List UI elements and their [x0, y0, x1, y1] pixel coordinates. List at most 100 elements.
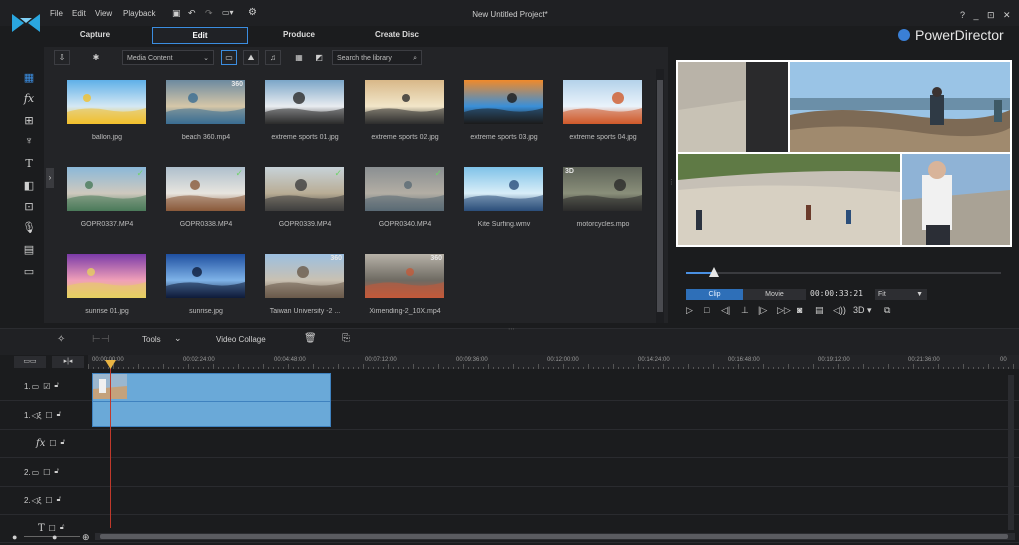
preview-scrubber[interactable] — [686, 272, 1001, 274]
volume-icon[interactable]: ◁)) — [833, 305, 846, 316]
timecode-display[interactable]: 00:00:33:21 — [810, 289, 863, 298]
media-thumbnail[interactable] — [464, 80, 543, 124]
track-lock-icon[interactable]: 🔓︎ — [60, 524, 65, 532]
media-room-icon[interactable]: ▦ — [14, 67, 44, 87]
voiceover-room-icon[interactable]: 🎙 — [14, 217, 44, 237]
media-thumbnail[interactable]: ✓ — [67, 167, 146, 211]
timeline-hscroll-thumb[interactable] — [100, 534, 1008, 539]
save-icon[interactable]: ▣ — [172, 8, 181, 19]
transition-room-icon[interactable]: ◧ — [14, 175, 44, 195]
media-thumbnail[interactable] — [563, 80, 642, 124]
library-menu-icon[interactable]: ◩ — [311, 50, 327, 65]
zoom-select[interactable]: Fit ▼ — [875, 289, 927, 300]
track-enable-checkbox[interactable]: ☐ — [49, 524, 56, 533]
magic-tools-icon[interactable]: ✧ — [57, 334, 65, 345]
audio-filter-icon[interactable]: ♫ — [265, 50, 281, 65]
snapshot-icon[interactable]: ◙ — [797, 305, 802, 315]
tab-produce[interactable]: Produce — [262, 27, 336, 42]
timeline-track[interactable] — [0, 458, 1019, 487]
tab-capture[interactable]: Capture — [58, 27, 132, 42]
media-thumbnail[interactable]: ✓ — [265, 167, 344, 211]
next-frame-icon[interactable]: |▷ — [758, 305, 767, 316]
video-filter-icon[interactable]: ▭ — [221, 50, 237, 65]
media-thumbnail[interactable]: ✓ — [166, 167, 245, 211]
undock-icon[interactable]: ⧉ — [884, 305, 890, 316]
clip-mode-button[interactable]: Clip — [686, 289, 743, 300]
track-enable-checkbox[interactable]: ☐ — [49, 439, 56, 448]
track-lock-icon[interactable]: 🔓︎ — [54, 382, 59, 390]
media-thumbnail[interactable] — [67, 254, 146, 298]
delete-icon[interactable]: 🗑 — [304, 333, 317, 344]
track-manager-icon[interactable]: ▭▭ — [14, 356, 46, 368]
media-thumbnail[interactable] — [365, 80, 444, 124]
track-enable-checkbox[interactable]: ☐ — [45, 411, 52, 420]
fx-room-icon[interactable]: fx — [14, 88, 44, 108]
menu-view[interactable]: View — [95, 9, 112, 18]
audio-mixing-room-icon[interactable]: ⊡ — [14, 196, 44, 216]
tab-edit[interactable]: Edit — [152, 27, 248, 44]
media-thumbnail[interactable] — [265, 80, 344, 124]
timeline-clip[interactable] — [92, 373, 331, 427]
panel-splitter-handle[interactable]: ⋮ — [668, 178, 675, 186]
three-d-button[interactable]: 3D ▾ — [853, 305, 872, 316]
track-lock-icon[interactable]: 🔓︎ — [57, 411, 62, 419]
track-lock-icon[interactable]: 🔓︎ — [57, 496, 62, 504]
image-filter-icon[interactable]: ⛰ — [243, 50, 259, 65]
import-media-icon[interactable]: ⇩ — [54, 50, 70, 65]
video-collage-button[interactable]: Video Collage — [216, 335, 266, 344]
subtitle-icon[interactable]: ▤ — [815, 305, 824, 316]
track-lock-icon[interactable]: 🔓︎ — [54, 468, 59, 476]
media-filter-select[interactable]: Media Content ⌄ — [122, 50, 214, 65]
tools-menu[interactable]: Tools — [142, 335, 161, 344]
track-lock-icon[interactable]: 🔓︎ — [61, 439, 66, 447]
library-scroll-thumb[interactable] — [657, 80, 663, 312]
subtitle-room-icon[interactable]: ▭ — [14, 261, 44, 281]
menu-edit[interactable]: Edit — [72, 9, 86, 18]
media-thumbnail[interactable]: ✓ — [365, 167, 444, 211]
window-controls[interactable]: ? _ ⊡ ✕ — [960, 10, 1014, 21]
media-thumbnail[interactable] — [166, 254, 245, 298]
tab-create-disc[interactable]: Create Disc — [350, 27, 444, 42]
media-thumbnail[interactable] — [67, 80, 146, 124]
prev-frame-icon[interactable]: ◁| — [721, 305, 730, 316]
menu-file[interactable]: File — [50, 9, 63, 18]
movie-mode-button[interactable]: Movie — [743, 289, 806, 300]
track-enable-checkbox[interactable]: ☐ — [43, 468, 50, 477]
particle-room-icon[interactable]: ♆ — [14, 131, 44, 151]
playhead[interactable] — [110, 362, 111, 528]
split-icon[interactable]: ⊥ — [741, 305, 749, 316]
redo-icon[interactable]: ↷ — [205, 8, 213, 19]
undo-icon[interactable]: ↶ — [188, 8, 196, 19]
settings-gear-icon[interactable]: ⚙ — [248, 7, 257, 18]
timeline-track[interactable] — [0, 429, 1019, 458]
view-grid-icon[interactable]: ▦ — [291, 50, 307, 65]
media-thumbnail[interactable]: 360 — [365, 254, 444, 298]
preview-window[interactable] — [676, 60, 1012, 247]
media-thumbnail[interactable]: 3D — [563, 167, 642, 211]
fast-forward-icon[interactable]: ▷▷ — [777, 305, 791, 316]
track-enable-checkbox[interactable]: ☑ — [43, 382, 50, 391]
pip-room-icon[interactable]: ⊞ — [14, 110, 44, 130]
library-search[interactable]: Search the library ⌕ — [332, 50, 422, 65]
media-thumbnail[interactable] — [464, 167, 543, 211]
library-collapse-arrow-icon[interactable]: › — [46, 168, 54, 188]
chapter-room-icon[interactable]: ▤ — [14, 239, 44, 259]
split-clip-icon[interactable]: ⊢⊣ — [92, 334, 109, 345]
fit-timeline-icon[interactable]: ▸|◂ — [52, 356, 84, 368]
scrubber-knob-icon[interactable] — [709, 267, 719, 277]
plugins-icon[interactable]: ✱ — [88, 50, 104, 65]
media-thumbnail[interactable]: 360 — [265, 254, 344, 298]
aspect-ratio-icon[interactable]: ▭▾ — [222, 8, 234, 17]
playhead-marker-icon[interactable] — [105, 360, 116, 369]
timeline-track[interactable] — [0, 486, 1019, 515]
media-thumbnail[interactable]: 360 — [166, 80, 245, 124]
timeline-vscrollbar[interactable] — [1008, 375, 1014, 530]
track-enable-checkbox[interactable]: ☐ — [45, 496, 52, 505]
paste-icon[interactable]: ⎘ — [342, 333, 350, 344]
menu-playback[interactable]: Playback — [123, 9, 155, 18]
title-room-icon[interactable]: T — [14, 153, 44, 173]
tools-chevron-icon[interactable]: ⌄ — [174, 333, 182, 344]
stop-icon[interactable]: □ — [704, 305, 709, 315]
splitter-grip-icon[interactable]: ⋯ — [508, 325, 515, 333]
play-icon[interactable]: ▷ — [686, 305, 693, 316]
